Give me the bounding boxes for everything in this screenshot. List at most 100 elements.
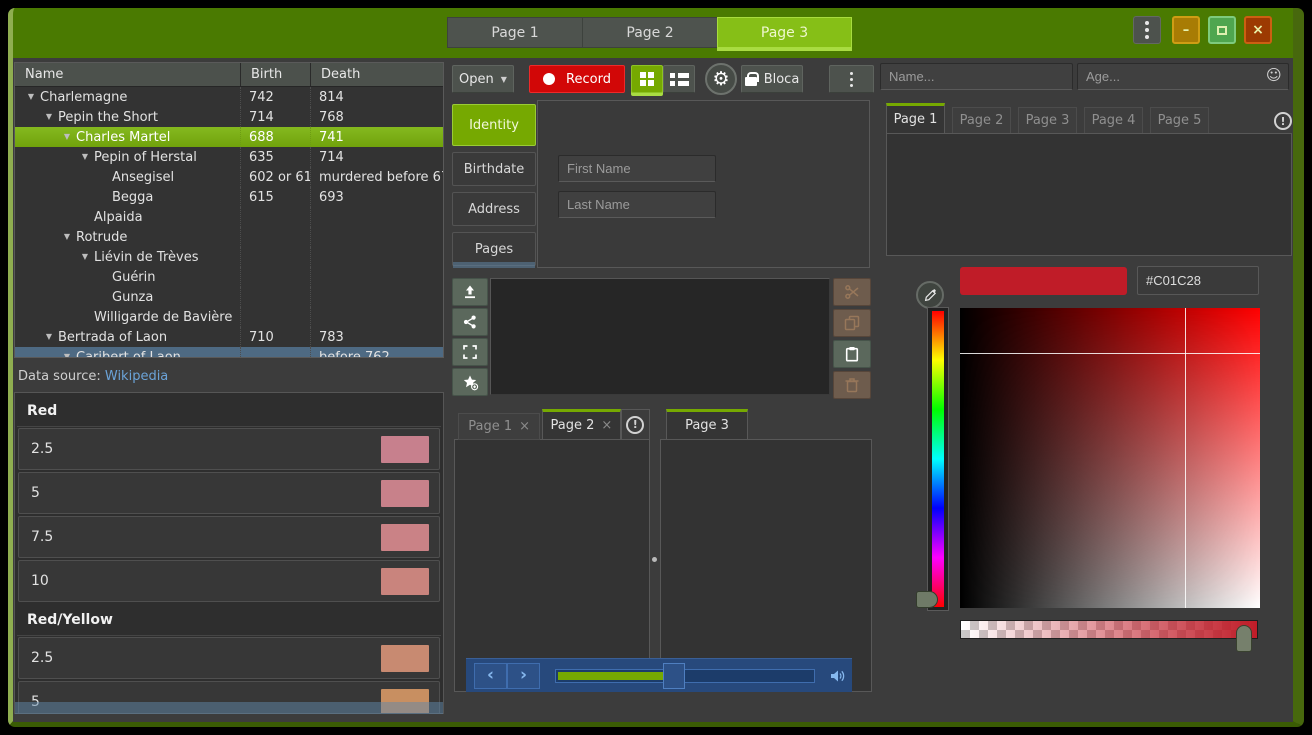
delete-button[interactable]	[833, 371, 871, 399]
list-item[interactable]: 2.5	[18, 428, 440, 470]
table-row[interactable]: ▼Rotrude	[15, 227, 443, 247]
column-header-birth[interactable]: Birth	[241, 63, 311, 86]
right-panel-tab-2[interactable]: Page 2	[952, 107, 1011, 134]
open-button[interactable]: Open ▼	[452, 65, 514, 93]
emoji-picker-icon[interactable]: ☺	[1266, 66, 1282, 84]
cut-button[interactable]	[833, 278, 871, 306]
color-swatch	[381, 524, 429, 551]
copy-button[interactable]	[833, 309, 871, 337]
column-header-death[interactable]: Death	[311, 63, 443, 86]
death-cell: 768	[311, 107, 443, 127]
alpha-slider[interactable]	[960, 620, 1258, 639]
last-name-field[interactable]	[558, 191, 716, 218]
record-label: Record	[566, 72, 611, 87]
list-item[interactable]: 2.5	[18, 637, 440, 679]
table-row[interactable]: ▼Liévin de Trèves	[15, 247, 443, 267]
right-panel-tab-3[interactable]: Page 3	[1018, 107, 1077, 134]
titlebar-tab-2[interactable]: Page 2	[582, 17, 717, 48]
first-name-field[interactable]	[558, 155, 716, 182]
expander-icon[interactable]: ▼	[76, 147, 94, 167]
settings-button[interactable]: ⚙	[705, 63, 737, 95]
notebook-tab[interactable]: Page 1×	[458, 413, 540, 440]
expander-icon[interactable]: ▼	[40, 107, 58, 127]
alpha-slider-handle[interactable]	[1236, 625, 1252, 652]
notebook-alert-button[interactable]: !	[621, 409, 650, 440]
expander-icon[interactable]: ▼	[76, 247, 94, 267]
expander-icon[interactable]: ▼	[40, 327, 58, 347]
upload-icon	[462, 284, 478, 300]
notebook-tab[interactable]: Page 2×	[542, 409, 620, 440]
toolbar-menu-button[interactable]	[829, 65, 874, 93]
list-item[interactable]: 7.5	[18, 516, 440, 558]
data-source-label: Data source:	[18, 369, 101, 384]
table-row[interactable]: Ansegisel 602 or 610 murdered before 679	[15, 167, 443, 187]
tab-close-icon[interactable]: ×	[601, 418, 612, 433]
tab-pages[interactable]: Pages	[452, 232, 536, 266]
seek-slider-thumb[interactable]	[663, 663, 685, 689]
wikipedia-link[interactable]: Wikipedia	[105, 369, 168, 384]
previous-button[interactable]: ‹	[474, 663, 507, 689]
share-button[interactable]	[452, 308, 488, 336]
kebab-icon	[1145, 21, 1149, 25]
table-row[interactable]: ▼Pepin the Short 714 768	[15, 107, 443, 127]
fullscreen-button[interactable]	[452, 338, 488, 366]
grid-view-toggle[interactable]	[631, 65, 663, 93]
name-field[interactable]	[880, 63, 1073, 90]
paste-button[interactable]	[833, 340, 871, 368]
window-menu-button[interactable]	[1133, 16, 1161, 44]
table-row[interactable]: ▼Charles Martel 688 741	[15, 127, 443, 147]
table-row[interactable]: Guérin	[15, 267, 443, 287]
tab-close-icon[interactable]: ×	[519, 419, 530, 434]
list-view-toggle[interactable]	[663, 65, 695, 93]
expander-icon[interactable]: ▼	[58, 127, 76, 147]
table-row[interactable]: Alpaida	[15, 207, 443, 227]
record-button[interactable]: Record	[529, 65, 625, 93]
hue-slider[interactable]	[927, 307, 949, 611]
close-button[interactable]: ×	[1244, 16, 1272, 44]
tab-address[interactable]: Address	[452, 192, 536, 226]
list-item[interactable]: 10	[18, 560, 440, 602]
table-row[interactable]: Willigarde de Bavière	[15, 307, 443, 327]
table-row[interactable]: Begga 615 693	[15, 187, 443, 207]
volume-button[interactable]	[829, 668, 847, 684]
right-panel-tab-4[interactable]: Page 4	[1084, 107, 1143, 134]
death-cell	[311, 267, 443, 287]
list-scroll-overshoot	[15, 702, 443, 714]
close-icon: ×	[1252, 22, 1264, 38]
tab-identity[interactable]: Identity	[452, 104, 536, 146]
list-item[interactable]: 5	[18, 472, 440, 514]
hex-color-input[interactable]	[1137, 266, 1259, 295]
expander-icon[interactable]: ▼	[58, 347, 76, 358]
notebook-tab[interactable]: Page 3	[666, 409, 748, 440]
next-button[interactable]: ›	[507, 663, 540, 689]
hue-slider-handle[interactable]	[916, 591, 938, 608]
table-row[interactable]: ▼Charlemagne 742 814	[15, 87, 443, 107]
speaker-icon	[829, 668, 847, 684]
right-panel-tab-5[interactable]: Page 5	[1150, 107, 1209, 134]
saturation-value-square[interactable]	[960, 308, 1260, 608]
expander-icon[interactable]: ▼	[22, 87, 40, 107]
table-row[interactable]: ▼Caribert of Laon before 762	[15, 347, 443, 358]
death-cell: 714	[311, 147, 443, 167]
bloca-lock-button[interactable]: Bloca	[741, 65, 803, 93]
favorite-add-button[interactable]	[452, 368, 488, 396]
table-row[interactable]: ▼Pepin of Herstal 635 714	[15, 147, 443, 167]
tab-birthdate[interactable]: Birthdate	[452, 152, 536, 186]
table-row[interactable]: ▼Bertrada of Laon 710 783	[15, 327, 443, 347]
minimize-button[interactable]: –	[1172, 16, 1200, 44]
color-crosshair-horizontal	[960, 353, 1260, 354]
titlebar-tab-1[interactable]: Page 1	[447, 17, 582, 48]
eyedropper-button[interactable]	[916, 281, 944, 309]
column-header-name[interactable]: Name	[15, 63, 241, 86]
table-row[interactable]: Gunza	[15, 287, 443, 307]
age-field[interactable]	[1077, 63, 1289, 90]
list-item-label: 2.5	[31, 441, 53, 457]
right-panel-tab-1[interactable]: Page 1	[886, 103, 945, 134]
titlebar-tab-3[interactable]: Page 3	[717, 17, 852, 48]
maximize-button[interactable]	[1208, 16, 1236, 44]
panel-alert-button[interactable]: !	[1274, 112, 1292, 130]
seek-slider[interactable]	[555, 669, 815, 683]
expander-icon[interactable]: ▼	[58, 227, 76, 247]
upload-button[interactable]	[452, 278, 488, 306]
splitter-handle[interactable]	[652, 557, 657, 562]
